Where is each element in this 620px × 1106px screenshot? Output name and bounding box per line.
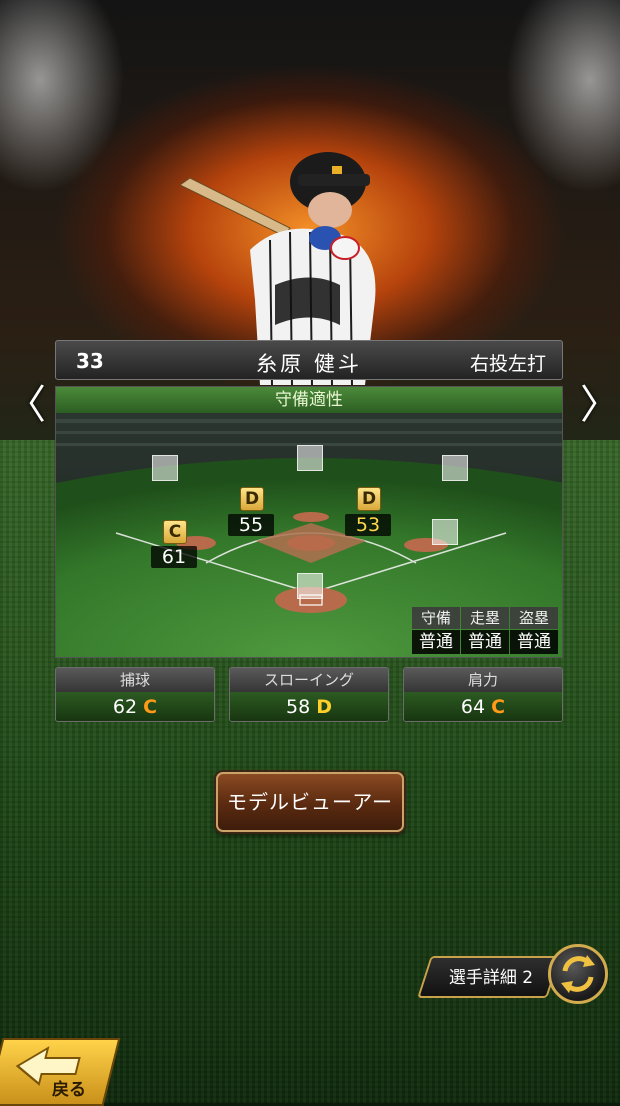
shortstop-grade: D [240,487,264,511]
catching-label: 捕球 [56,668,214,692]
right-field-marker [442,455,468,481]
fielding-aptitude-panel: 守備適性 D 55 D 53 C 61 守備 走塁 盗塁 普通 普通 普通 [55,386,563,658]
arm-strength-value: 64 [460,696,486,718]
cycle-arrows-icon [561,955,595,993]
left-field-marker [152,455,178,481]
throwing-value-row: 58 D [230,692,388,721]
catching-stat: 捕球 62 C [55,667,215,722]
third-base-value: 61 [151,546,197,568]
baserunning-value: 普通 [461,630,509,654]
third-base-grade: C [163,520,187,544]
defense-value: 普通 [412,630,460,654]
second-base-grade: D [357,487,381,511]
first-base-marker [432,519,458,545]
arm-strength-grade: C [491,696,506,718]
arm-strength-value-row: 64 C [404,692,562,721]
baserunning-header: 走塁 [461,607,509,629]
fielding-aptitude-title: 守備適性 [56,387,562,413]
throwing-value: 58 [285,696,311,718]
model-viewer-button[interactable]: モデルビューアー [216,772,404,832]
prev-arrow[interactable]: 〈 [6,380,46,430]
throwing-stat: スローイング 58 D [229,667,389,722]
stealing-value: 普通 [510,630,558,654]
player-detail-label[interactable]: 選手詳細 2 [432,964,550,992]
arm-strength-stat: 肩力 64 C [403,667,563,722]
next-arrow[interactable]: 〉 [580,380,620,430]
defense-header: 守備 [412,607,460,629]
catching-grade: C [143,696,158,718]
running-stats-table: 守備 走塁 盗塁 普通 普通 普通 [412,607,558,654]
center-field-marker [297,445,323,471]
pitcher-marker [297,573,323,599]
catching-value: 62 [112,696,138,718]
player-header: 33 糸原 健斗 右投左打 [55,340,563,380]
shortstop-value: 55 [228,514,274,536]
stealing-header: 盗塁 [510,607,558,629]
arm-strength-label: 肩力 [404,668,562,692]
catching-value-row: 62 C [56,692,214,721]
player-handedness: 右投左打 [469,353,546,375]
cycle-button[interactable] [548,944,608,1004]
second-base-value: 53 [345,514,391,536]
throwing-label: スローイング [230,668,388,692]
back-label[interactable]: 戻る [52,1075,86,1100]
throwing-grade: D [316,696,332,718]
